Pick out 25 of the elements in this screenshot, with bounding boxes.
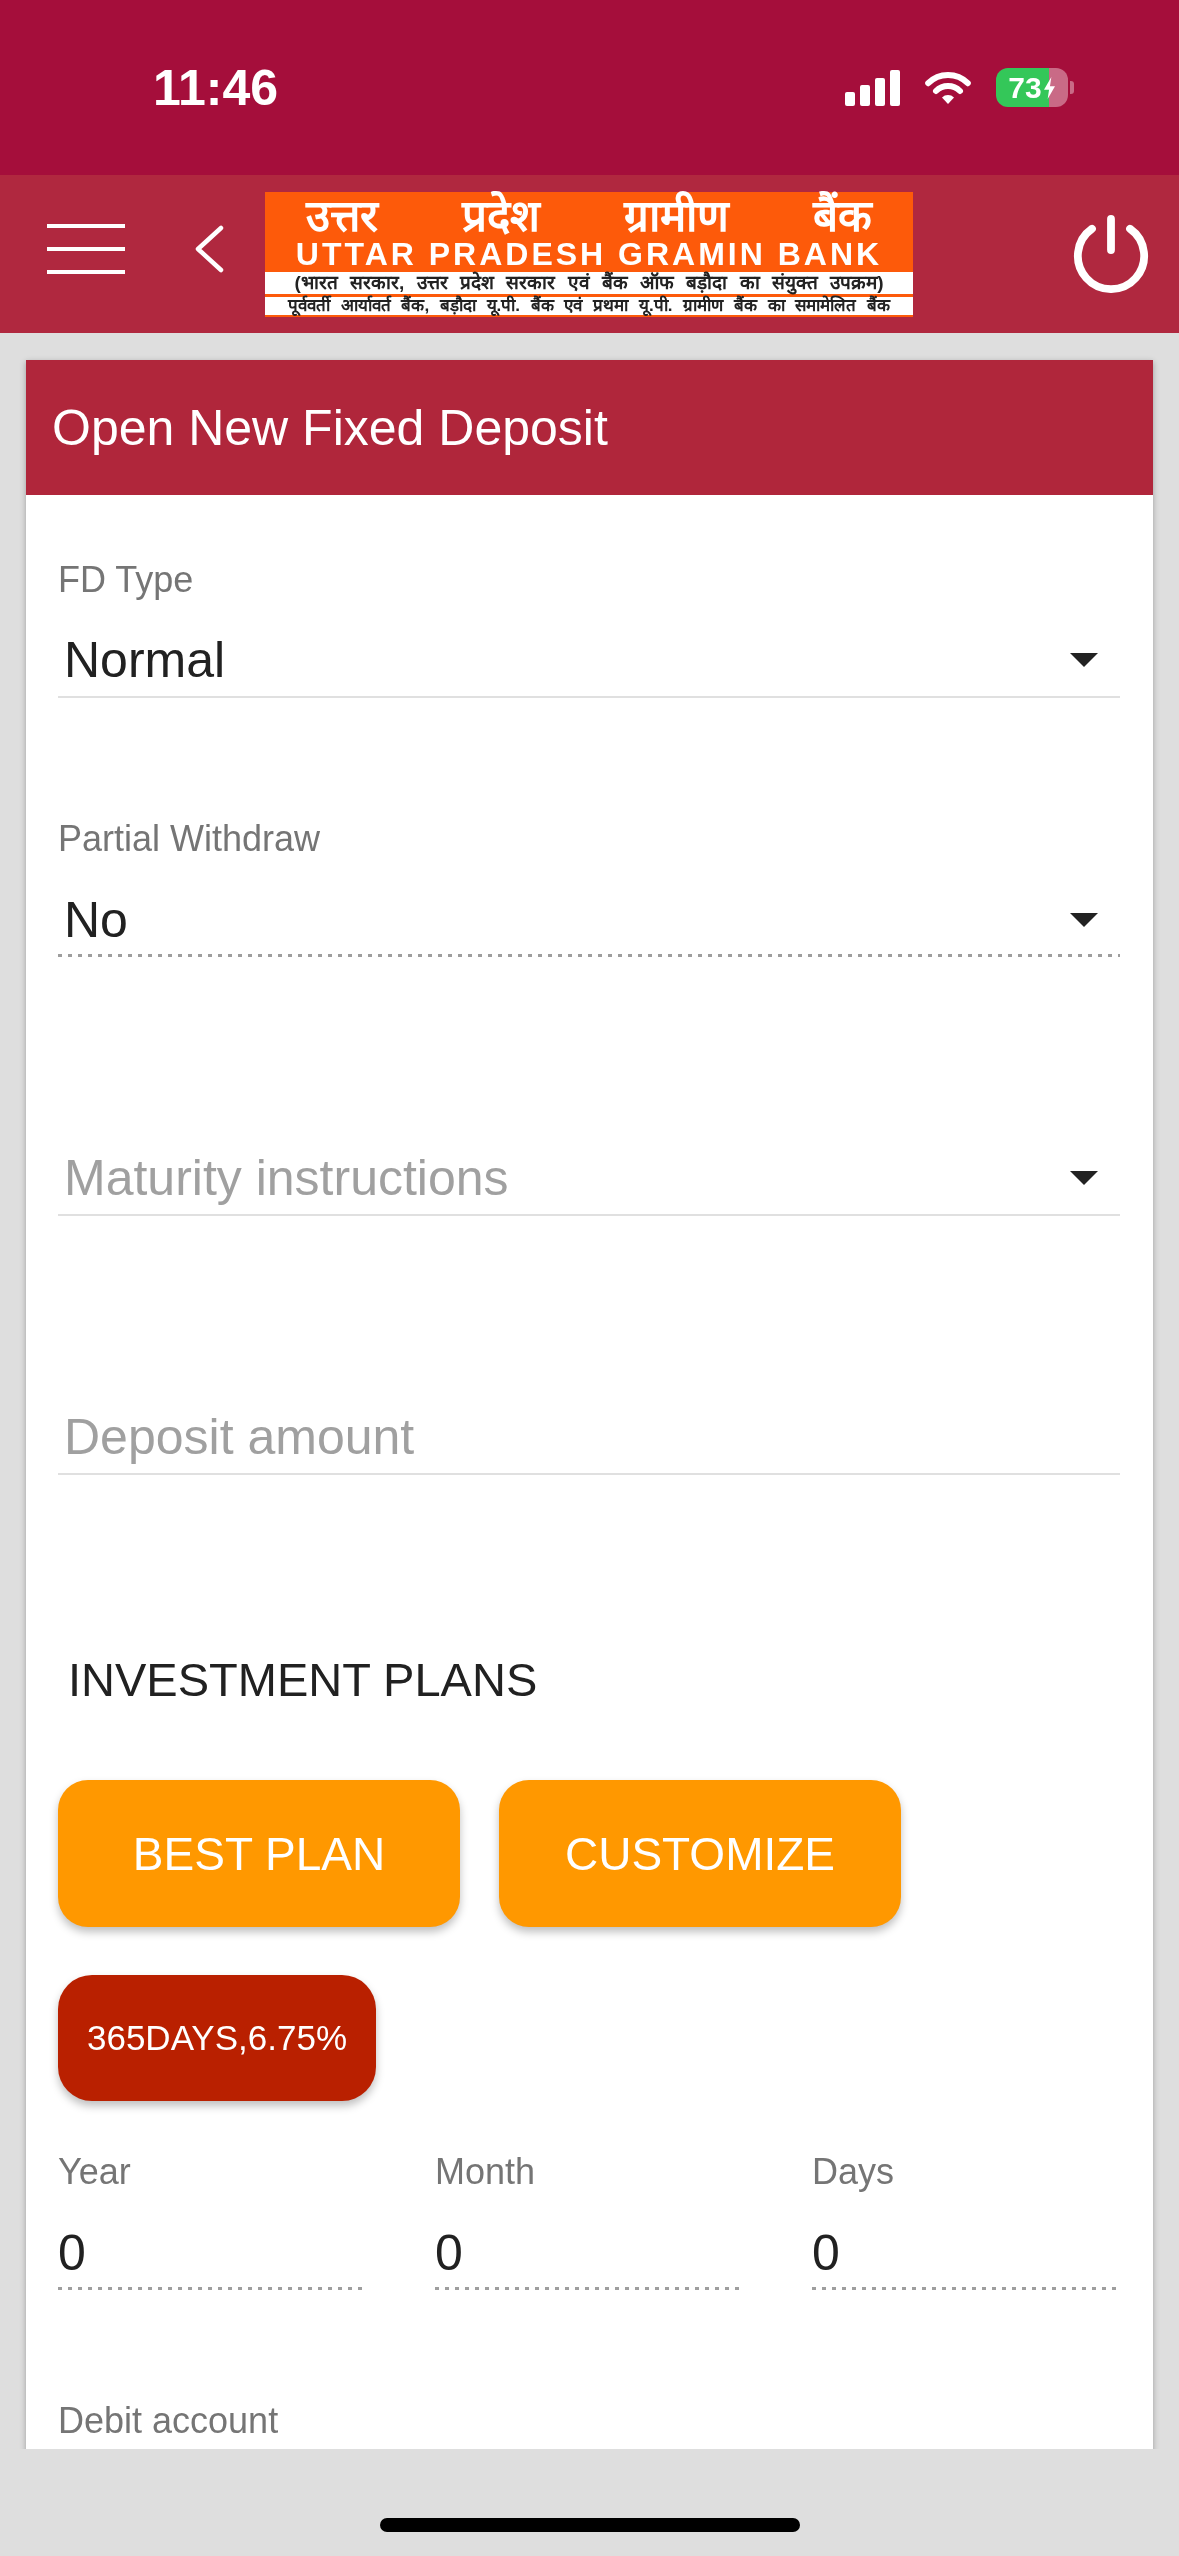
caret-icon (1070, 653, 1098, 667)
field-label: Month (435, 2151, 536, 2192)
power-icon[interactable] (1072, 215, 1150, 293)
plan-chip[interactable]: 365DAYS,6.75% (58, 1975, 376, 2101)
logo-subtitle: (भारत सरकार, उत्तर प्रदेश सरकार एवं बैंक ऑफ बड़ौदा का संयुक्त उपक्रम) (294, 271, 884, 294)
logo-english-name: UTTAR PRADESH GRAMIN BANK (295, 237, 883, 271)
text-input[interactable]: Deposit amount (58, 1407, 1120, 1475)
wifi-icon (923, 69, 973, 106)
logo-hindi-name: उत्तर प्रदेश ग्रामीण बैंक (305, 192, 873, 238)
dropdown-field[interactable]: Normal (58, 630, 1120, 698)
status-time: 11:46 (153, 58, 279, 118)
caret-icon (1070, 913, 1098, 927)
caret-icon (1070, 1171, 1098, 1185)
field-label: Debit account (58, 2400, 279, 2441)
field-label: Partial Withdraw (58, 818, 321, 859)
section-heading: INVESTMENT PLANS (67, 1656, 539, 1704)
field-label: Year (58, 2151, 131, 2192)
menu-icon[interactable] (47, 224, 125, 274)
logo-tagline: पूर्ववर्ती आर्यावर्त बैंक, बड़ौदा यू.पी. बैंक एवं प्रथमा यू.पी. ग्रामीण बैंक का समामेलित बैंक (288, 296, 890, 315)
field-label: Days (812, 2151, 895, 2192)
field-label: FD Type (58, 559, 194, 600)
card-title: Open New Fixed Deposit (52, 398, 608, 457)
battery-percentage: 73 (1008, 71, 1042, 104)
back-chevron-icon[interactable] (194, 225, 224, 273)
signal-icon (845, 69, 900, 106)
